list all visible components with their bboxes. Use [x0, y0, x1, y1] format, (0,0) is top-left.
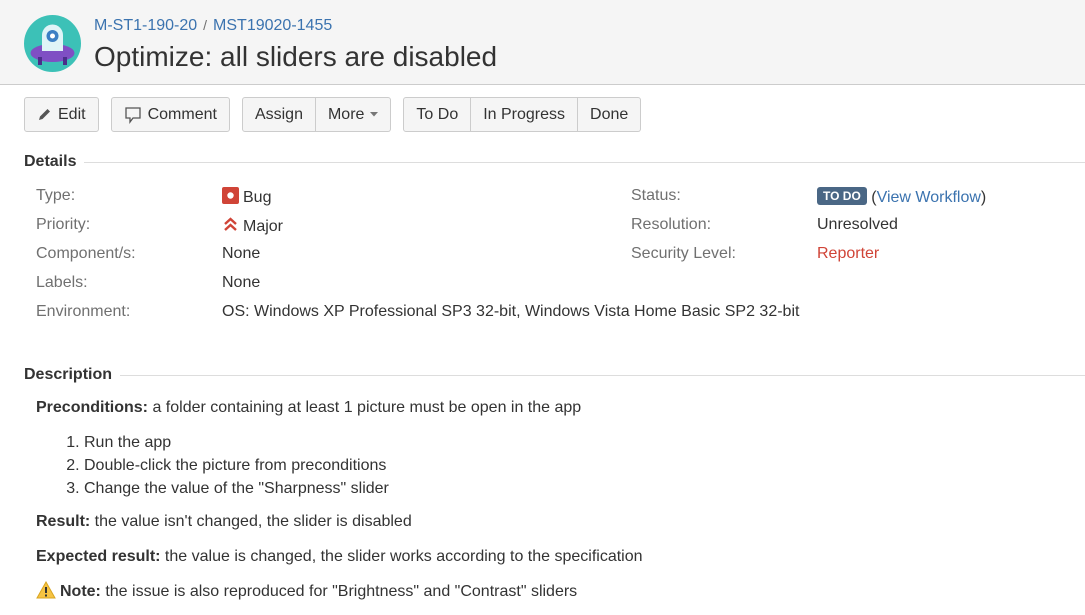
page-title: Optimize: all sliders are disabled: [94, 41, 498, 72]
preconditions-label: Preconditions:: [36, 399, 149, 416]
preconditions-text: a folder containing at least 1 picture m…: [148, 399, 582, 416]
type-label: Type:: [36, 187, 76, 204]
comment-label: Comment: [147, 105, 217, 123]
environment-label: Environment:: [36, 303, 131, 320]
security-label: Security Level:: [631, 245, 736, 262]
status-value: TO DO (View Workflow): [817, 187, 986, 207]
project-avatar-icon: [24, 15, 81, 72]
warning-icon: [36, 580, 56, 599]
result-label: Result:: [36, 513, 91, 530]
status-badge: TO DO: [817, 187, 867, 205]
breadcrumb-separator: /: [203, 17, 208, 33]
priority-major-icon: [224, 217, 237, 231]
edit-label: Edit: [58, 105, 86, 123]
list-item: Double-click the picture from preconditi…: [84, 454, 643, 477]
labels-value: None: [222, 274, 261, 291]
done-button[interactable]: Done: [578, 97, 642, 132]
expected-text: the value is changed, the slider works a…: [160, 548, 643, 565]
preconditions: Preconditions: a folder containing at le…: [36, 396, 643, 419]
note: Note: the issue is also reproduced for "…: [36, 580, 643, 603]
more-label: More: [327, 105, 365, 123]
issue-toolbar: Edit Comment Assign More To Do In Progre…: [24, 97, 642, 132]
issue-header: M-ST1-190-20 / MST19020-1455 Optimize: all…: [0, 0, 1085, 85]
list-item: Run the app: [84, 431, 643, 454]
priority-text: Major: [243, 218, 284, 235]
breadcrumb-project[interactable]: M-ST1-190-20: [94, 17, 197, 34]
assign-button[interactable]: Assign: [241, 97, 316, 132]
to-do-button[interactable]: To Do: [403, 97, 472, 132]
result: Result: the value isn't changed, the sli…: [36, 510, 643, 533]
description-title: Description: [24, 366, 113, 383]
details-heading: Details: [24, 153, 1085, 171]
list-item: Change the value of the "Sharpness" slid…: [84, 477, 643, 500]
more-button[interactable]: More: [315, 97, 392, 132]
priority-value: Major: [222, 216, 283, 236]
chevron-down-icon: [370, 112, 379, 117]
status-label: Status:: [631, 187, 681, 204]
description-body: Preconditions: a folder containing at le…: [36, 396, 643, 615]
resolution-value: Unresolved: [817, 216, 898, 233]
labels-label: Labels:: [36, 274, 88, 291]
edit-button[interactable]: Edit: [24, 97, 99, 132]
comment-button[interactable]: Comment: [110, 97, 230, 132]
steps-list: Run the app Double-click the picture fro…: [84, 431, 643, 500]
type-text: Bug: [243, 189, 272, 206]
result-text: the value isn't changed, the slider is d…: [90, 513, 412, 530]
expected-result: Expected result: the value is changed, t…: [36, 545, 643, 568]
note-label: Note:: [60, 583, 101, 600]
priority-label: Priority:: [36, 216, 91, 233]
description-heading: Description: [24, 366, 1085, 384]
components-label: Component/s:: [36, 245, 136, 262]
details-title: Details: [24, 153, 77, 170]
note-text: the issue is also reproduced for "Bright…: [100, 583, 578, 600]
security-value: Reporter: [817, 245, 880, 262]
in-progress-button[interactable]: In Progress: [471, 97, 579, 132]
breadcrumb: M-ST1-190-20 / MST19020-1455: [94, 17, 332, 35]
components-value: None: [222, 245, 261, 262]
bug-icon: [222, 187, 239, 204]
breadcrumb-issue-key[interactable]: MST19020-1455: [213, 17, 332, 34]
resolution-label: Resolution:: [631, 216, 712, 233]
comment-icon: [124, 106, 141, 124]
expected-label: Expected result:: [36, 548, 161, 565]
environment-value: OS: Windows XP Professional SP3 32-bit, …: [222, 303, 800, 320]
view-workflow-link[interactable]: View Workflow: [877, 189, 981, 206]
type-value: Bug: [222, 187, 271, 207]
pencil-icon: [39, 109, 50, 120]
